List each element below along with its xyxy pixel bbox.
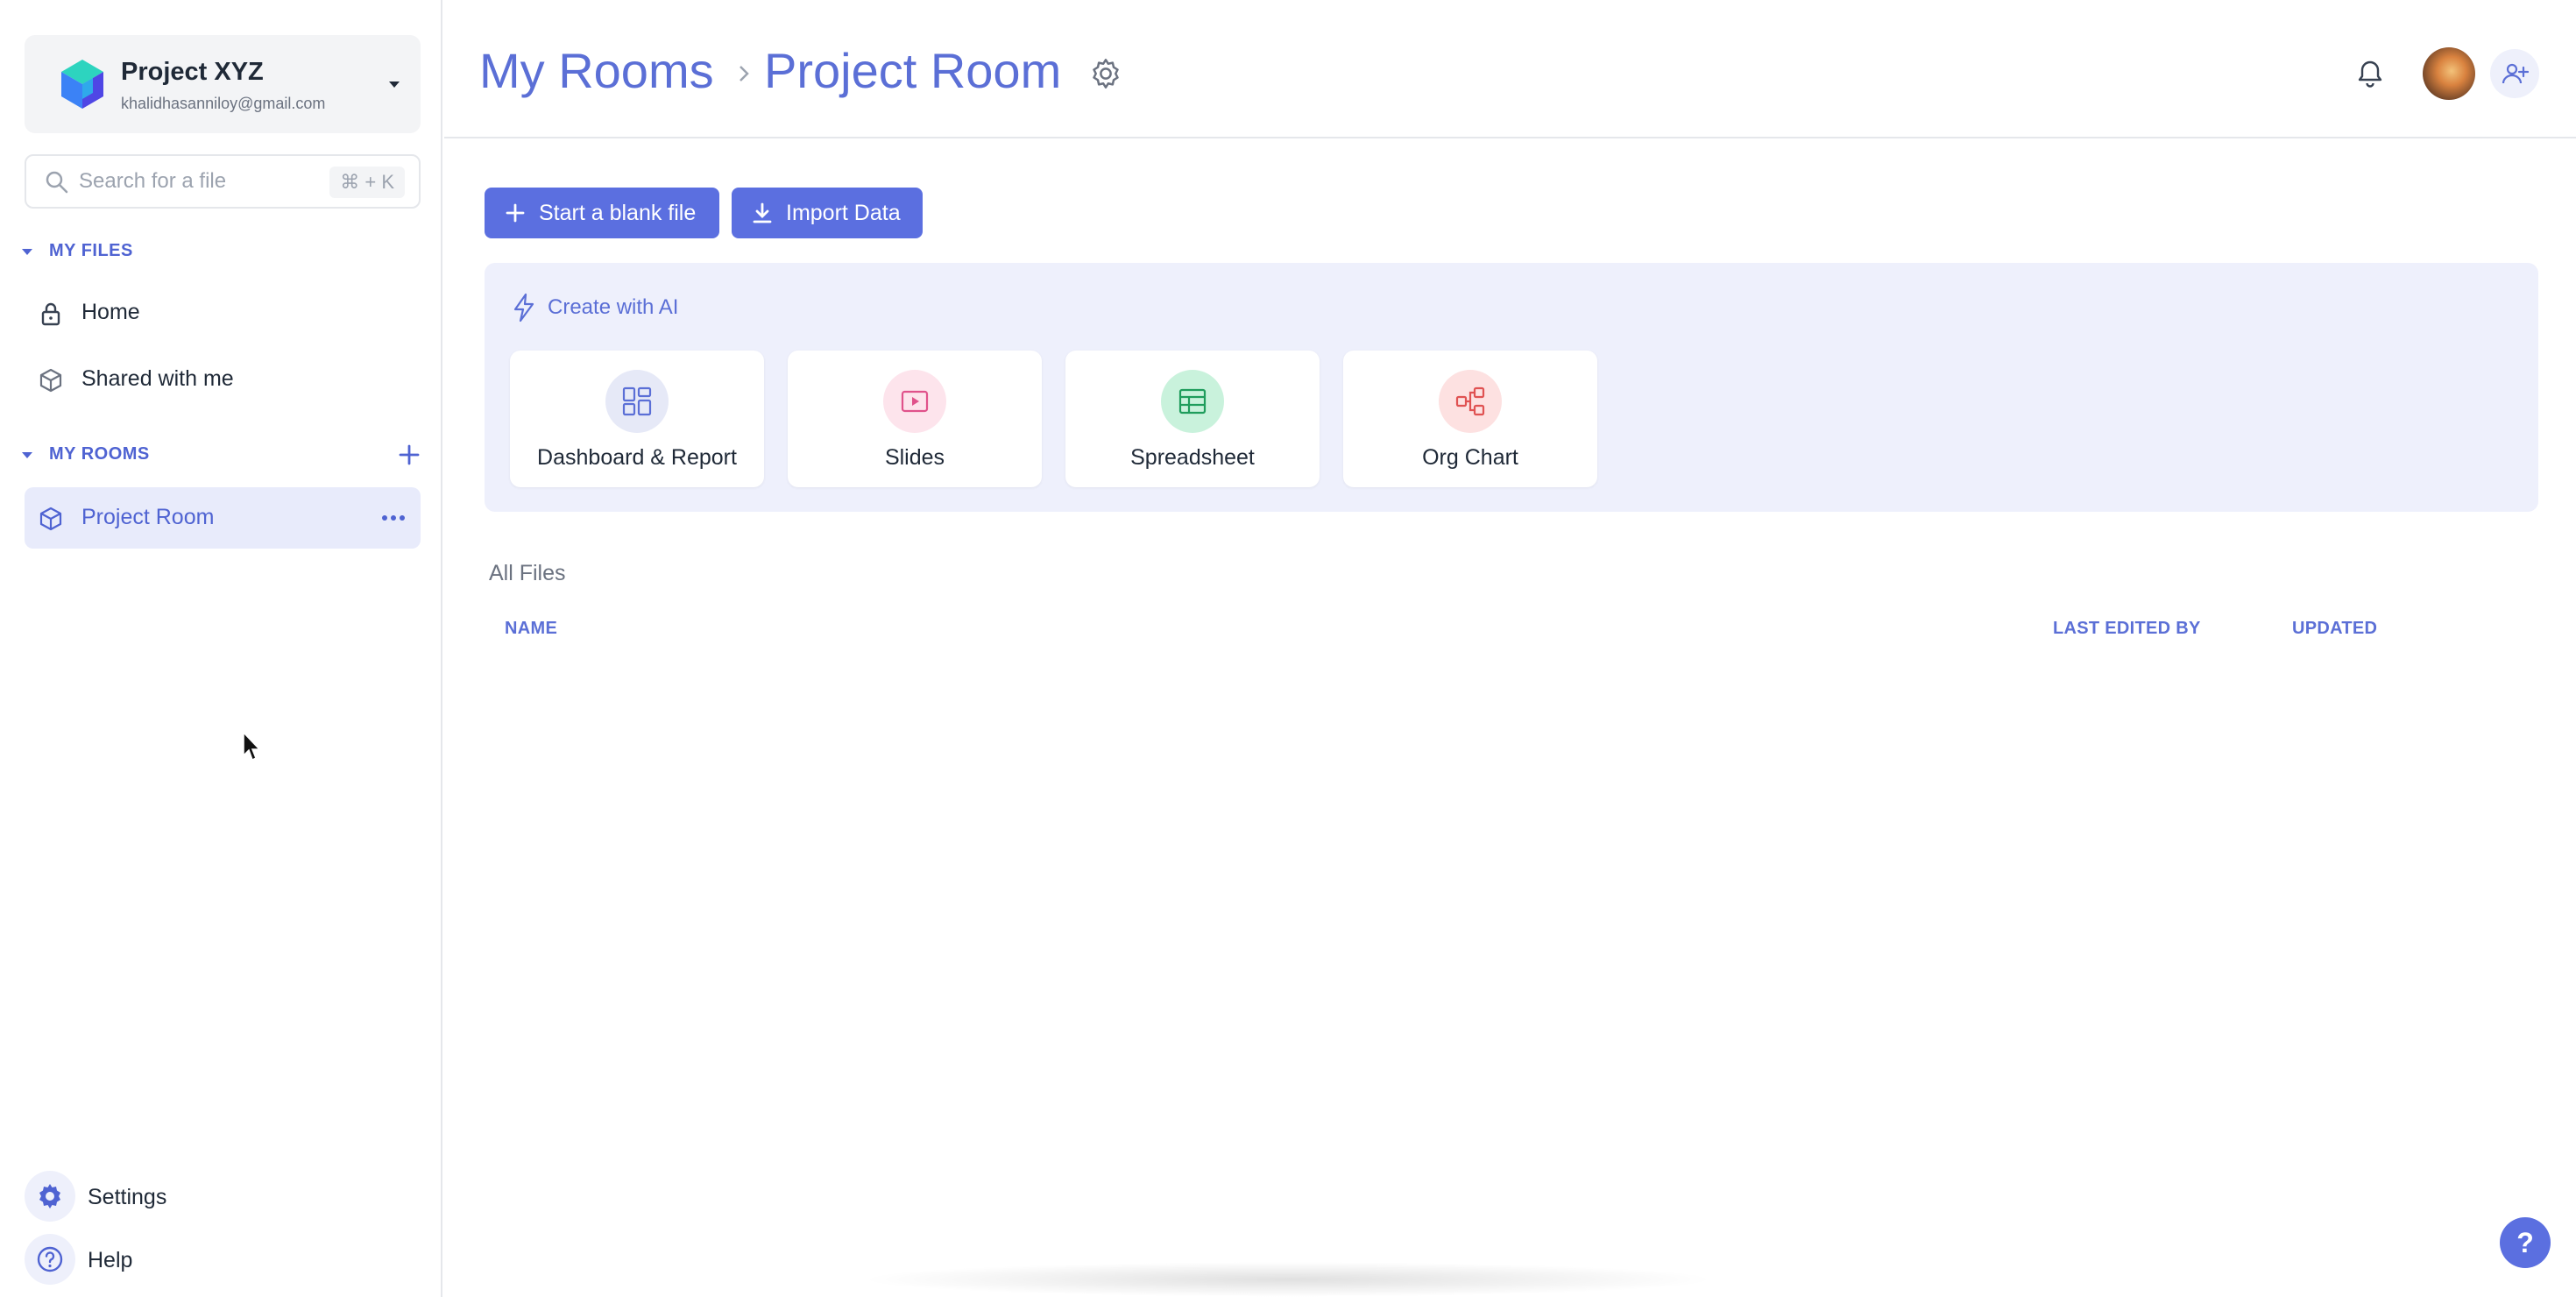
ai-card-label: Slides <box>884 445 945 470</box>
invite-user-button[interactable] <box>2490 49 2539 98</box>
sidebar-item-label: Home <box>81 300 140 324</box>
all-files-title: All Files <box>489 561 566 585</box>
caret-down-icon <box>389 82 400 88</box>
create-with-ai-panel: Create with AI Dashboard & Report Slides… <box>485 263 2538 512</box>
lightning-icon <box>513 293 534 322</box>
ai-card-label: Spreadsheet <box>1130 445 1255 470</box>
start-blank-file-label: Start a blank file <box>539 200 697 225</box>
help-circle-icon <box>37 1246 63 1272</box>
ai-card-icon-wrap <box>1439 370 1502 433</box>
section-my-rooms[interactable]: MY ROOMS <box>19 442 422 468</box>
room-settings-gear-icon[interactable] <box>1090 58 1122 89</box>
settings-button[interactable]: Settings <box>25 1171 287 1223</box>
search-input[interactable] <box>79 163 324 200</box>
workspace-name: Project XYZ <box>121 58 264 86</box>
sidebar: Project XYZ khalidhasanniloy@gmail.com ⌘… <box>0 0 442 1297</box>
mouse-cursor-icon <box>243 731 261 762</box>
settings-label: Settings <box>88 1185 167 1209</box>
ai-card-icon-wrap <box>605 370 669 433</box>
ai-card-spreadsheet[interactable]: Spreadsheet <box>1065 351 1320 487</box>
workspace-logo-icon <box>61 60 103 109</box>
column-header-updated[interactable]: UPDATED <box>2292 619 2377 639</box>
app-window: Project XYZ khalidhasanniloy@gmail.com ⌘… <box>0 0 2576 1297</box>
download-icon <box>753 202 772 223</box>
gear-icon <box>39 1184 60 1208</box>
ai-card-label: Dashboard & Report <box>537 445 737 470</box>
ai-card-label: Org Chart <box>1422 445 1518 470</box>
breadcrumb-current-room: Project Room <box>764 43 1062 98</box>
lock-icon <box>41 302 60 326</box>
sidebar-item-shared[interactable]: Shared with me <box>25 349 421 410</box>
caret-down-icon <box>22 452 32 458</box>
import-data-label: Import Data <box>786 200 901 225</box>
dock-shadow <box>859 1262 1717 1297</box>
dashboard-icon <box>622 386 652 416</box>
settings-icon-wrap <box>25 1171 75 1222</box>
sidebar-item-label: Project Room <box>81 505 215 529</box>
header: My Rooms Project Room <box>444 0 2576 138</box>
breadcrumb-my-rooms[interactable]: My Rooms <box>479 42 714 99</box>
add-user-icon <box>2502 63 2529 84</box>
cube-icon <box>39 507 62 531</box>
cube-icon <box>39 368 62 393</box>
spreadsheet-icon <box>1178 388 1207 415</box>
search-icon <box>46 171 68 194</box>
search-shortcut-badge: ⌘ + K <box>329 167 405 198</box>
bell-icon[interactable] <box>2354 58 2386 89</box>
section-label: MY FILES <box>49 241 133 260</box>
start-blank-file-button[interactable]: Start a blank file <box>485 188 719 238</box>
org-chart-icon <box>1455 386 1485 416</box>
column-header-name[interactable]: NAME <box>505 619 557 639</box>
plus-icon <box>506 203 525 223</box>
workspace-switcher[interactable]: Project XYZ khalidhasanniloy@gmail.com <box>25 35 421 133</box>
workspace-email: khalidhasanniloy@gmail.com <box>121 95 326 112</box>
chevron-right-icon <box>740 66 749 82</box>
slides-icon <box>901 390 929 413</box>
file-search: ⌘ + K <box>25 154 421 209</box>
avatar[interactable] <box>2423 47 2475 100</box>
ai-card-slides[interactable]: Slides <box>788 351 1042 487</box>
section-label: MY ROOMS <box>49 444 150 464</box>
sidebar-item-project-room[interactable]: Project Room <box>25 487 421 549</box>
ai-card-org-chart[interactable]: Org Chart <box>1343 351 1597 487</box>
sidebar-item-label: Shared with me <box>81 366 234 391</box>
help-fab-button[interactable]: ? <box>2500 1217 2551 1268</box>
caret-down-icon <box>22 249 32 255</box>
help-icon-wrap <box>25 1234 75 1285</box>
help-label: Help <box>88 1248 133 1272</box>
sidebar-item-home[interactable]: Home <box>25 282 421 344</box>
create-with-ai-title: Create with AI <box>548 295 679 319</box>
column-header-last-edited-by[interactable]: LAST EDITED BY <box>2053 619 2201 639</box>
more-options-icon[interactable] <box>379 505 408 531</box>
section-my-files[interactable]: MY FILES <box>19 238 422 265</box>
ai-card-icon-wrap <box>883 370 946 433</box>
ai-card-icon-wrap <box>1161 370 1224 433</box>
help-button[interactable]: Help <box>25 1234 287 1286</box>
ai-card-dashboard-report[interactable]: Dashboard & Report <box>510 351 764 487</box>
add-room-icon[interactable] <box>396 442 422 468</box>
import-data-button[interactable]: Import Data <box>732 188 923 238</box>
